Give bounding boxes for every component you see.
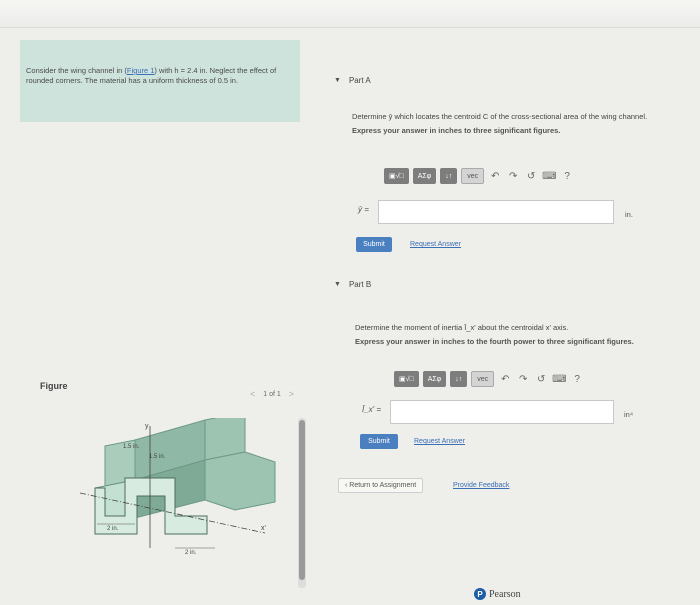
part-a-header[interactable]: ▼ Part A xyxy=(334,76,371,85)
provide-feedback-link[interactable]: Provide Feedback xyxy=(453,482,509,489)
part-b-toolbar: ▣√□ ΑΣφ ↓↑ vec ↶ ↷ ↺ ⌨ ? xyxy=(394,370,584,388)
help-icon[interactable]: ? xyxy=(560,171,574,182)
dim-label-top-mid: 1.5 in. xyxy=(149,454,166,460)
part-a-instruction: Express your answer in inches to three s… xyxy=(352,126,561,135)
prev-figure-button[interactable]: < xyxy=(250,389,255,399)
dim-label-top-left: 1.5 in. xyxy=(123,444,140,450)
part-b-question: Determine the moment of inertia Ī_x' abo… xyxy=(355,323,569,332)
top-band xyxy=(0,0,700,28)
undo-icon[interactable]: ↶ xyxy=(498,374,512,385)
vector-button[interactable]: vec xyxy=(471,371,495,387)
figure-pager: < 1 of 1 > xyxy=(250,389,294,399)
return-to-assignment-button[interactable]: ‹ Return to Assignment xyxy=(338,478,424,493)
next-figure-button[interactable]: > xyxy=(289,389,294,399)
reset-icon[interactable]: ↺ xyxy=(534,374,548,385)
part-b-submit-button[interactable]: Submit xyxy=(360,434,398,449)
pearson-logo-icon: P xyxy=(474,588,486,600)
part-b-title: Part B xyxy=(348,280,372,289)
part-a-unit: in. xyxy=(625,210,633,219)
channel-right-wing xyxy=(204,451,276,511)
figure-label: Figure xyxy=(40,381,68,391)
wing-channel-figure: y x' 1.5 in. 1.5 in. 2 in. 2 in. xyxy=(75,411,297,578)
part-a-request-answer-link[interactable]: Request Answer xyxy=(410,241,461,248)
help-icon[interactable]: ? xyxy=(570,374,584,385)
problem-statement: Consider the wing channel in (Figure 1) … xyxy=(20,40,300,122)
part-a-question: Determine ȳ which locates the centroid C… xyxy=(352,112,648,121)
collapse-triangle-icon: ▼ xyxy=(334,281,341,288)
wing-channel-drawing: y x' 1.5 in. 1.5 in. 2 in. 2 in. xyxy=(79,411,276,556)
figure-link[interactable]: Figure 1 xyxy=(127,66,155,75)
subscript-button[interactable]: ↓↑ xyxy=(450,371,468,387)
pearson-brand: P Pearson xyxy=(474,588,521,600)
part-b-header[interactable]: ▼ Part B xyxy=(334,280,371,289)
redo-icon[interactable]: ↷ xyxy=(516,374,530,385)
part-a-toolbar: ▣√□ ΑΣφ ↓↑ vec ↶ ↷ ↺ ⌨ ? xyxy=(384,167,574,185)
dim-label-bottom-left: 2 in. xyxy=(107,526,119,532)
keyboard-icon[interactable]: ⌨ xyxy=(542,171,556,182)
vector-button[interactable]: vec xyxy=(461,168,485,184)
part-b-request-answer-link[interactable]: Request Answer xyxy=(414,438,465,445)
figure-page-indicator: 1 of 1 xyxy=(263,390,281,398)
templates-button[interactable]: ▣√□ xyxy=(394,371,419,387)
part-a-submit-button[interactable]: Submit xyxy=(356,237,392,252)
reset-icon[interactable]: ↺ xyxy=(524,171,538,182)
y-axis-label: y xyxy=(145,423,149,430)
part-a-variable-label: ȳ = xyxy=(358,205,369,214)
x-prime-axis-label: x' xyxy=(261,525,266,532)
templates-button[interactable]: ▣√□ xyxy=(384,168,409,184)
part-b-instruction: Express your answer in inches to the fou… xyxy=(355,337,634,346)
greek-symbols-button[interactable]: ΑΣφ xyxy=(422,371,447,387)
part-a-answer-input[interactable] xyxy=(378,200,614,224)
undo-icon[interactable]: ↶ xyxy=(488,171,502,182)
collapse-triangle-icon: ▼ xyxy=(334,77,341,84)
problem-text-1: Consider the wing channel in ( xyxy=(26,66,127,75)
part-b-answer-input[interactable] xyxy=(390,400,614,424)
part-a-title: Part A xyxy=(348,76,371,85)
keyboard-icon[interactable]: ⌨ xyxy=(552,374,566,385)
part-b-variable-label: Ī_x' = xyxy=(362,405,382,414)
part-b-unit: in⁴ xyxy=(624,410,634,419)
greek-symbols-button[interactable]: ΑΣφ xyxy=(412,168,437,184)
figure-scroll-thumb[interactable] xyxy=(299,420,305,580)
redo-icon[interactable]: ↷ xyxy=(506,171,520,182)
dim-label-bottom-mid: 2 in. xyxy=(185,550,197,556)
subscript-button[interactable]: ↓↑ xyxy=(440,168,458,184)
pearson-wordmark: Pearson xyxy=(489,588,521,600)
